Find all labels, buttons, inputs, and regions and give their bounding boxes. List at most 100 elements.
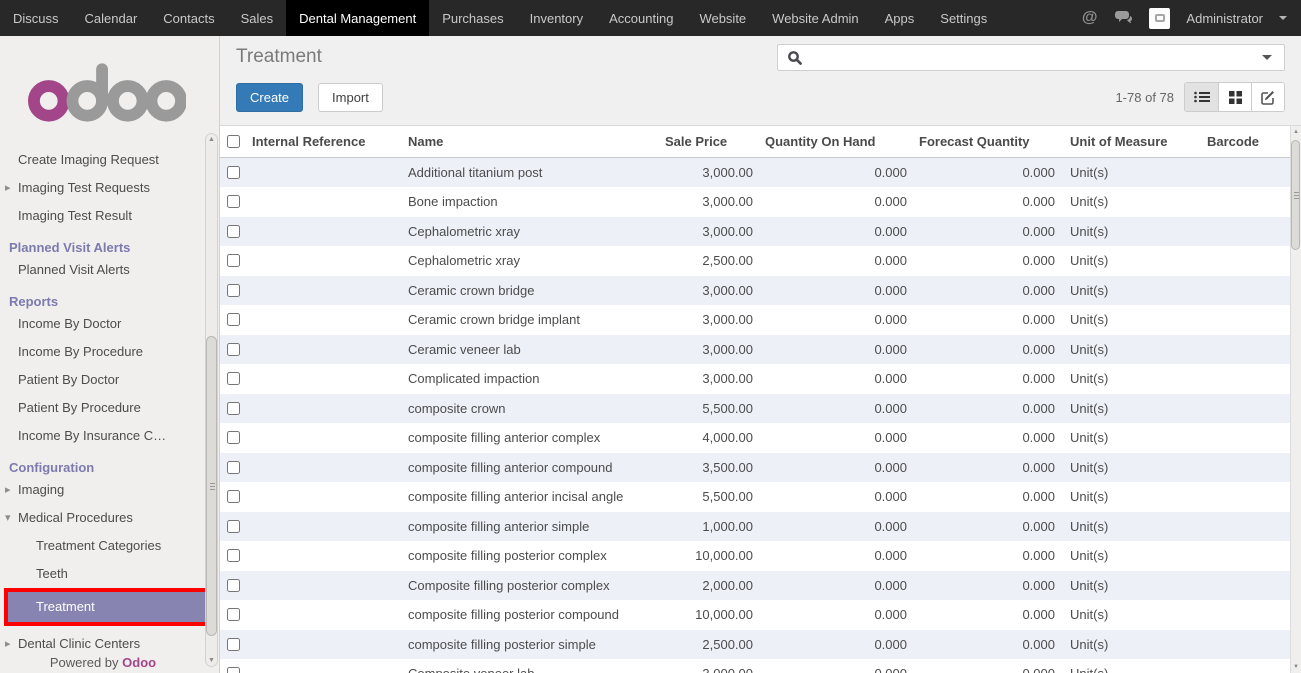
table-row[interactable]: composite filling posterior simple2,500.… [220, 630, 1290, 660]
table-row[interactable]: Composite veneer lab3,000.000.0000.000Un… [220, 660, 1290, 673]
row-checkbox[interactable] [227, 638, 240, 651]
table-row[interactable]: Ceramic veneer lab3,000.000.0000.000Unit… [220, 335, 1290, 365]
row-checkbox[interactable] [227, 195, 240, 208]
table-row[interactable]: Cephalometric xray2,500.000.0000.000Unit… [220, 247, 1290, 277]
scroll-up-icon[interactable]: ▲ [206, 136, 217, 143]
sidebar-item-income-by-doctor[interactable]: Income By Doctor [0, 314, 206, 334]
list-view-button[interactable] [1185, 83, 1218, 111]
column-header-name[interactable]: Name [400, 134, 658, 149]
table-row[interactable]: Ceramic crown bridge3,000.000.0000.000Un… [220, 276, 1290, 306]
nav-item-apps[interactable]: Apps [872, 0, 928, 36]
powered-by-brand[interactable]: Odoo [122, 655, 156, 670]
scroll-down-icon[interactable]: ▼ [206, 657, 217, 664]
row-checkbox[interactable] [227, 343, 240, 356]
row-checkbox[interactable] [227, 372, 240, 385]
search-filters-caret-icon[interactable] [1262, 55, 1272, 60]
cell-uom: Unit(s) [1060, 342, 1197, 357]
form-view-button[interactable] [1251, 83, 1284, 111]
nav-item-website[interactable]: Website [686, 0, 759, 36]
table-row[interactable]: composite filling posterior complex10,00… [220, 542, 1290, 572]
sidebar-item-imaging-test-result[interactable]: Imaging Test Result [0, 206, 206, 226]
scroll-down-icon[interactable]: ▼ [1291, 664, 1301, 670]
nav-item-sales[interactable]: Sales [228, 0, 287, 36]
row-checkbox[interactable] [227, 490, 240, 503]
table-row[interactable]: composite filling posterior compound10,0… [220, 601, 1290, 631]
kanban-view-button[interactable] [1218, 83, 1251, 111]
table-row[interactable]: composite filling anterior simple1,000.0… [220, 512, 1290, 542]
sidebar-item-patient-by-doctor[interactable]: Patient By Doctor [0, 370, 206, 390]
user-menu-caret-icon[interactable] [1279, 16, 1287, 20]
table-row[interactable]: composite filling anterior compound3,500… [220, 453, 1290, 483]
row-checkbox[interactable] [227, 608, 240, 621]
chevron-right-icon[interactable]: ▸ [5, 634, 11, 654]
table-row[interactable]: composite crown5,500.000.0000.000Unit(s) [220, 394, 1290, 424]
at-mention-icon[interactable]: @ [1082, 9, 1098, 27]
user-menu-label[interactable]: Administrator [1186, 11, 1263, 26]
column-header-forecast-quantity[interactable]: Forecast Quantity [912, 134, 1060, 149]
sidebar-item-imaging-test-requests[interactable]: ▸Imaging Test Requests [0, 178, 206, 198]
table-scrollbar-thumb[interactable] [1291, 140, 1300, 250]
sidebar-item-treatment-categories[interactable]: Treatment Categories [0, 536, 206, 556]
table-row[interactable]: Complicated impaction3,000.000.0000.000U… [220, 365, 1290, 395]
table-row[interactable]: composite filling anterior incisal angle… [220, 483, 1290, 513]
column-header-unit-of-measure[interactable]: Unit of Measure [1060, 134, 1197, 149]
search-input[interactable] [803, 45, 1262, 70]
nav-item-calendar[interactable]: Calendar [72, 0, 151, 36]
row-checkbox[interactable] [227, 254, 240, 267]
nav-item-purchases[interactable]: Purchases [429, 0, 516, 36]
import-button[interactable]: Import [318, 83, 383, 112]
row-checkbox[interactable] [227, 431, 240, 444]
sidebar-item-income-by-insurance-c-[interactable]: Income By Insurance C… [0, 426, 206, 446]
row-checkbox[interactable] [227, 667, 240, 673]
row-checkbox[interactable] [227, 549, 240, 562]
row-checkbox-cell [220, 461, 246, 474]
chevron-right-icon[interactable]: ▸ [5, 480, 11, 500]
table-row[interactable]: Additional titanium post3,000.000.0000.0… [220, 158, 1290, 188]
top-nav-menu: DiscussCalendarContactsSalesDental Manag… [0, 0, 1000, 36]
row-checkbox[interactable] [227, 461, 240, 474]
row-checkbox[interactable] [227, 313, 240, 326]
table-row[interactable]: composite filling anterior complex4,000.… [220, 424, 1290, 454]
nav-item-dental-management[interactable]: Dental Management [286, 0, 429, 36]
user-avatar[interactable] [1149, 8, 1170, 29]
sidebar-item-patient-by-procedure[interactable]: Patient By Procedure [0, 398, 206, 418]
create-button[interactable]: Create [236, 83, 303, 112]
sidebar-item-treatment[interactable]: Treatment [8, 592, 206, 622]
column-header-internal-reference[interactable]: Internal Reference [246, 134, 400, 149]
sidebar-item-income-by-procedure[interactable]: Income By Procedure [0, 342, 206, 362]
nav-item-discuss[interactable]: Discuss [0, 0, 72, 36]
nav-item-website-admin[interactable]: Website Admin [759, 0, 871, 36]
nav-item-inventory[interactable]: Inventory [517, 0, 596, 36]
chevron-right-icon[interactable]: ▸ [5, 178, 11, 198]
row-checkbox[interactable] [227, 520, 240, 533]
row-checkbox[interactable] [227, 402, 240, 415]
sidebar-scrollbar[interactable]: ▲ ▼ [205, 133, 218, 667]
column-header-sale-price[interactable]: Sale Price [658, 134, 758, 149]
scroll-up-icon[interactable]: ▲ [1291, 129, 1301, 135]
sidebar-item-planned-visit-alerts[interactable]: Planned Visit Alerts [0, 260, 206, 280]
nav-item-contacts[interactable]: Contacts [150, 0, 227, 36]
sidebar-item-medical-procedures[interactable]: ▾Medical Procedures [0, 508, 206, 528]
table-scrollbar[interactable]: ▲ ▼ [1290, 126, 1301, 673]
select-all-checkbox[interactable] [227, 135, 240, 148]
row-checkbox[interactable] [227, 284, 240, 297]
row-checkbox[interactable] [227, 166, 240, 179]
column-header-barcode[interactable]: Barcode [1197, 134, 1290, 149]
sidebar-item-teeth[interactable]: Teeth [0, 564, 206, 584]
cell-uom: Unit(s) [1060, 460, 1197, 475]
row-checkbox[interactable] [227, 225, 240, 238]
messages-icon[interactable] [1113, 11, 1133, 25]
sidebar-item-dental-clinic-centers[interactable]: ▸Dental Clinic Centers [0, 634, 206, 654]
table-row[interactable]: Cephalometric xray3,000.000.0000.000Unit… [220, 217, 1290, 247]
sidebar-item-imaging[interactable]: ▸Imaging [0, 480, 206, 500]
sidebar-scrollbar-thumb[interactable] [206, 336, 217, 636]
table-row[interactable]: Composite filling posterior complex2,000… [220, 571, 1290, 601]
sidebar-item-create-imaging-request[interactable]: Create Imaging Request [0, 150, 206, 170]
nav-item-accounting[interactable]: Accounting [596, 0, 686, 36]
chevron-down-icon[interactable]: ▾ [5, 508, 11, 528]
table-row[interactable]: Ceramic crown bridge implant3,000.000.00… [220, 306, 1290, 336]
column-header-quantity-on-hand[interactable]: Quantity On Hand [758, 134, 912, 149]
nav-item-settings[interactable]: Settings [927, 0, 1000, 36]
row-checkbox[interactable] [227, 579, 240, 592]
table-row[interactable]: Bone impaction3,000.000.0000.000Unit(s) [220, 188, 1290, 218]
